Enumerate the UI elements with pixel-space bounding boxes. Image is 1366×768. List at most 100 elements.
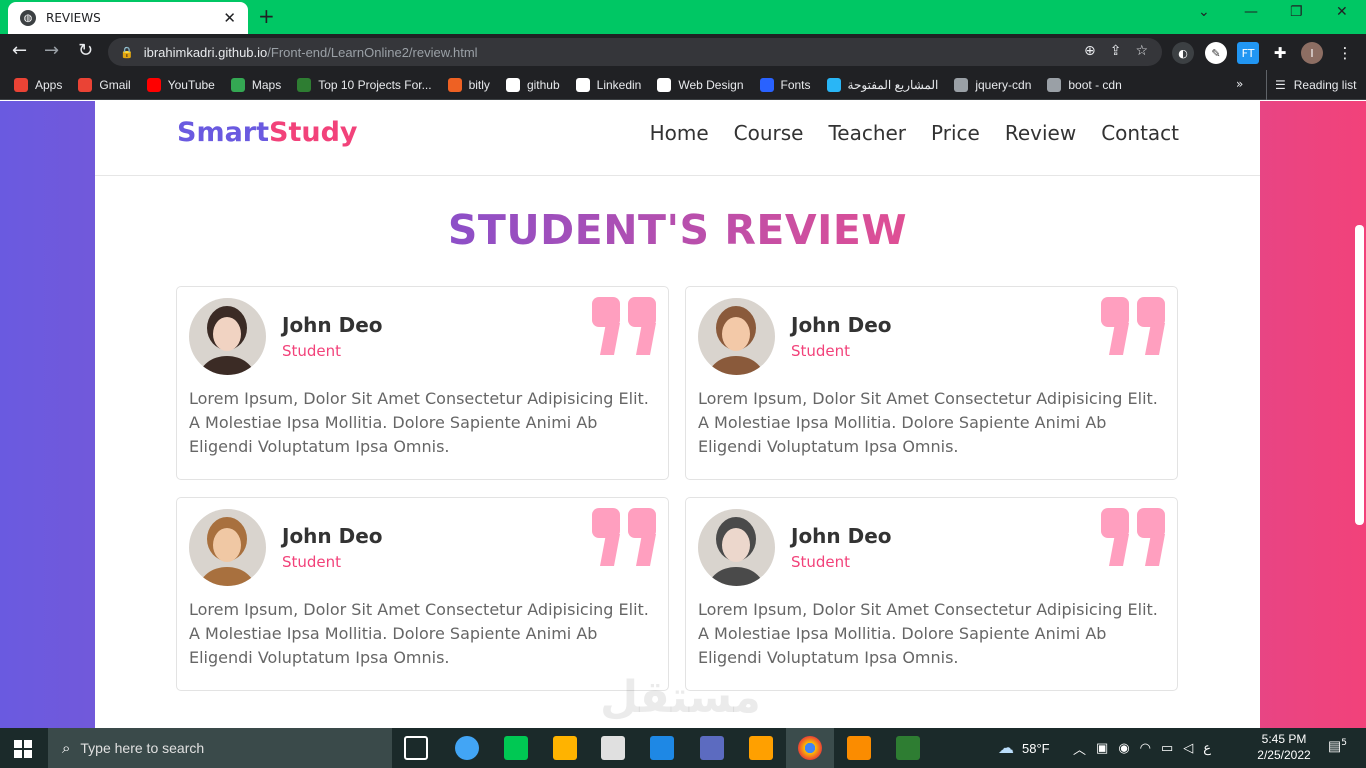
nav-link-contact[interactable]: Contact	[1101, 121, 1179, 145]
extension-ft-icon[interactable]: FT	[1237, 42, 1259, 64]
bookmark-item[interactable]: Web Design	[657, 77, 744, 92]
bookmark-icon	[826, 77, 841, 92]
puzzle-icon[interactable]: ✚	[1269, 42, 1291, 64]
close-window-button[interactable]: ✕	[1336, 4, 1348, 20]
bookmark-label: Linkedin	[596, 77, 642, 92]
bookmark-label: Web Design	[678, 77, 744, 92]
back-button[interactable]: ←	[12, 40, 27, 61]
nav-link-price[interactable]: Price	[931, 121, 980, 145]
bookmark-item[interactable]: github	[505, 77, 560, 92]
battery-icon[interactable]: ▭	[1161, 740, 1173, 756]
bookmarks-bar: Apps Gmail YouTube Maps Top 10 Projects For.…	[0, 70, 1366, 100]
bookmark-star-icon[interactable]: ☆	[1135, 43, 1148, 59]
bookmarks-more-button[interactable]: »	[1236, 77, 1243, 91]
weather-widget[interactable]: ☁ 58°F	[998, 728, 1050, 768]
system-tray: ︿ ▣ ◉ ◠ ▭ ◁ ع	[1073, 728, 1211, 768]
scrollbar-thumb[interactable]	[1355, 225, 1364, 525]
bookmark-item[interactable]: Maps	[230, 77, 281, 92]
url-path: /Front-end/LearnOnline2/review.html	[267, 44, 478, 60]
bookmark-icon	[14, 77, 28, 92]
photos-icon[interactable]	[700, 736, 724, 760]
nav-link-course[interactable]: Course	[734, 121, 804, 145]
bookmark-item[interactable]: Fonts	[759, 77, 811, 92]
bookmark-item[interactable]: Apps	[14, 77, 62, 92]
avatar	[698, 509, 775, 586]
forward-button[interactable]: →	[44, 40, 59, 61]
reload-button[interactable]: ↻	[78, 40, 93, 61]
chrome-icon[interactable]	[798, 736, 822, 760]
vscode-icon[interactable]	[650, 736, 674, 760]
bookmark-label: Top 10 Projects For...	[318, 77, 432, 92]
task-view-icon[interactable]	[404, 736, 428, 760]
clock-date: 2/25/2022	[1257, 748, 1311, 762]
bookmark-item[interactable]: YouTube	[146, 77, 215, 92]
bookmark-item[interactable]: Top 10 Projects For...	[297, 77, 432, 92]
reviewer-name: John Deo	[791, 313, 892, 337]
site-logo[interactable]: SmartStudy	[177, 117, 358, 148]
close-tab-icon[interactable]: ✕	[223, 9, 236, 27]
bookmark-item[interactable]: Linkedin	[575, 77, 642, 92]
windows-start-icon[interactable]	[14, 740, 32, 758]
bookmark-icon	[1047, 77, 1062, 92]
chevron-up-icon[interactable]: ︿	[1073, 739, 1086, 758]
bookmark-label: bitly	[468, 77, 490, 92]
review-text: Lorem Ipsum, Dolor Sit Amet Consectetur …	[698, 600, 1158, 667]
sticky-app-icon[interactable]	[749, 736, 773, 760]
bookmark-icon	[954, 77, 969, 92]
bookmark-label: github	[526, 77, 560, 92]
xampp-icon[interactable]	[847, 736, 871, 760]
notification-count: 5	[1341, 738, 1347, 748]
browser-tab-strip: ◍ REVIEWS ✕ + ⌄ — ❐ ✕	[0, 0, 1366, 34]
file-explorer-icon[interactable]	[553, 736, 577, 760]
reviewer-name: John Deo	[282, 313, 383, 337]
antivirus-icon[interactable]: ◉	[1118, 740, 1129, 756]
reviewer-name: John Deo	[282, 524, 383, 548]
share-icon[interactable]: ⇪	[1110, 43, 1122, 59]
minimize-button[interactable]: —	[1244, 4, 1258, 20]
bookmark-label: jquery-cdn	[975, 77, 1032, 92]
restore-button[interactable]: ❐	[1290, 4, 1303, 20]
meet-icon[interactable]: ▣	[1096, 740, 1108, 756]
zoom-icon[interactable]: ⊕	[1084, 43, 1096, 59]
nav-link-home[interactable]: Home	[650, 121, 709, 145]
bookmark-item[interactable]: boot - cdn	[1047, 77, 1122, 92]
bookmark-icon	[657, 77, 672, 92]
bookmark-item[interactable]: Gmail	[78, 77, 131, 92]
reading-list-label: Reading list	[1293, 78, 1357, 92]
paint-app-icon[interactable]	[455, 736, 479, 760]
profile-avatar[interactable]: I	[1301, 42, 1323, 64]
reviewer-role: Student	[791, 342, 851, 360]
address-bar[interactable]: 🔒 ibrahimkadri.github.io /Front-end/Lear…	[108, 38, 1162, 66]
reading-list-button[interactable]: ☰ Reading list	[1266, 70, 1356, 100]
extension-brush-icon[interactable]: ✎	[1205, 42, 1227, 64]
store-icon[interactable]	[601, 736, 625, 760]
windows-taskbar: ⌕ Type here to search ☁ 58°F ︿ ▣ ◉ ◠ ▭ ◁…	[0, 728, 1366, 768]
main-nav: Home Course Teacher Price Review Contact	[650, 121, 1179, 145]
new-tab-button[interactable]: +	[258, 4, 275, 28]
page-container: SmartStudy Home Course Teacher Price Review C…	[95, 101, 1260, 728]
clock[interactable]: 5:45 PM 2/25/2022	[1246, 731, 1322, 763]
taskbar-search-input[interactable]: ⌕ Type here to search	[48, 728, 392, 768]
page-background: SmartStudy Home Course Teacher Price Review C…	[0, 101, 1366, 728]
excel-icon[interactable]	[896, 736, 920, 760]
bookmark-item[interactable]: المشاريع المفتوحة	[826, 77, 938, 92]
quote-icon	[1101, 508, 1167, 568]
notification-icon[interactable]: ▤5	[1328, 738, 1348, 758]
avatar	[698, 298, 775, 375]
nav-link-teacher[interactable]: Teacher	[828, 121, 906, 145]
browser-tab-reviews[interactable]: ◍ REVIEWS ✕	[8, 2, 248, 34]
bookmark-item[interactable]: jquery-cdn	[954, 77, 1032, 92]
reviewer-name: John Deo	[791, 524, 892, 548]
section-title: STUDENT'S REVIEW	[447, 206, 908, 254]
wifi-icon[interactable]: ◠	[1140, 740, 1151, 756]
menu-kebab-icon[interactable]: ⋮	[1334, 42, 1356, 64]
tab-title: REVIEWS	[46, 11, 101, 25]
language-indicator[interactable]: ع	[1203, 740, 1211, 756]
nav-link-review[interactable]: Review	[1005, 121, 1076, 145]
volume-icon[interactable]: ◁	[1183, 740, 1193, 756]
bookmark-icon	[505, 77, 520, 92]
tab-search-icon[interactable]: ⌄	[1198, 4, 1210, 20]
extension-icon[interactable]: ◐	[1172, 42, 1194, 64]
bookmark-item[interactable]: bitly	[447, 77, 490, 92]
code-app-icon[interactable]	[504, 736, 528, 760]
